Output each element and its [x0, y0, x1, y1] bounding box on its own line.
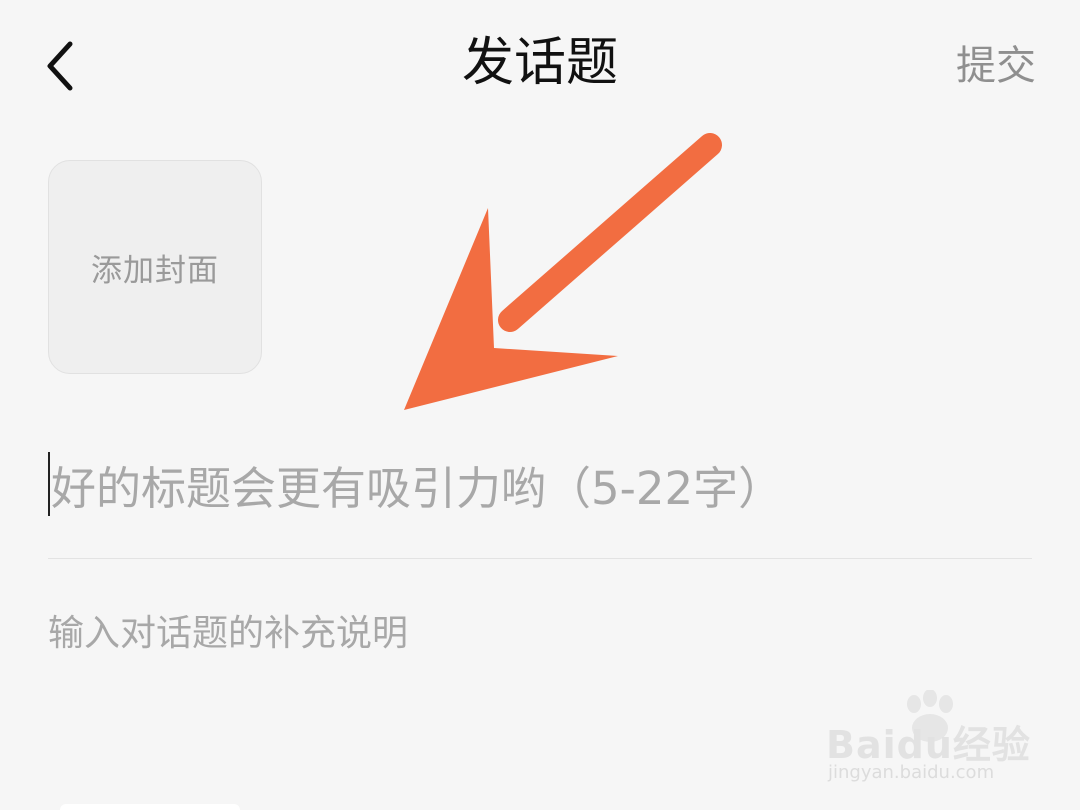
title-placeholder: 好的标题会更有吸引力哟（5-22字） [51, 461, 784, 515]
add-cover-label: 添加封面 [91, 252, 219, 289]
watermark-logo: Baidu经验 jingyan.baidu.com [826, 690, 1036, 790]
description-input[interactable]: 输入对话题的补充说明 [48, 606, 1032, 662]
divider [48, 558, 1032, 559]
watermark-brand: Baidu经验 [826, 723, 1031, 767]
add-cover-button[interactable]: 添加封面 [48, 160, 262, 374]
page-title: 发话题 [461, 33, 618, 93]
watermark-url: jingyan.baidu.com [828, 762, 995, 783]
bottom-panel-edge [60, 804, 240, 810]
text-caret [48, 452, 50, 516]
title-input[interactable]: 好的标题会更有吸引力哟（5-22字） [48, 444, 1032, 524]
top-bar: 发话题 提交 [0, 0, 1080, 130]
submit-button[interactable]: 提交 [956, 38, 1036, 94]
